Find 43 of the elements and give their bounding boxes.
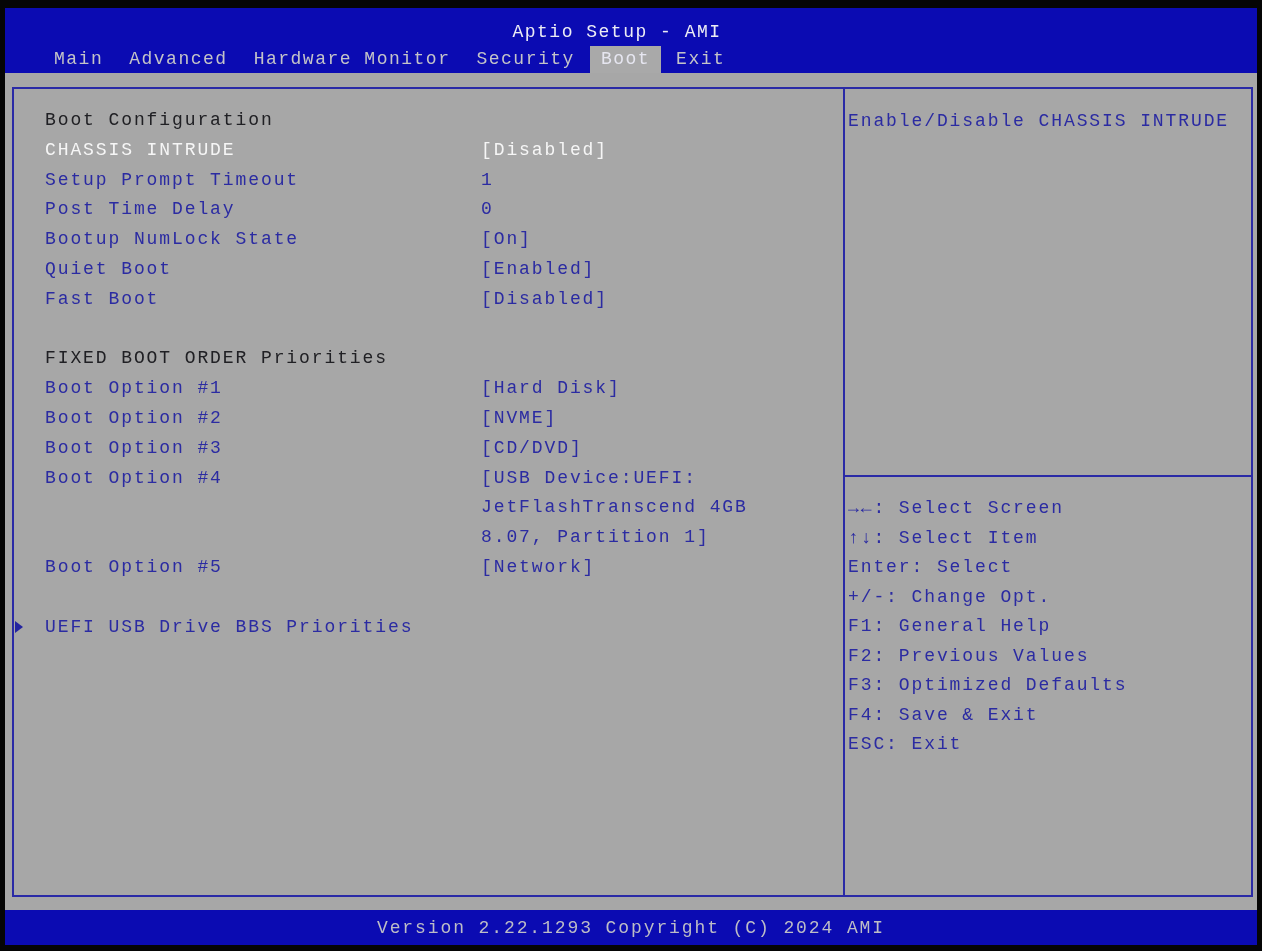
setting-label[interactable]: Boot Option #2: [14, 403, 481, 434]
setting-label[interactable]: Setup Prompt Timeout: [14, 165, 481, 196]
setting-value[interactable]: [CD/DVD]: [481, 433, 781, 464]
setting-label[interactable]: Boot Option #3: [14, 433, 481, 464]
triangle-icon: [15, 621, 23, 634]
setting-value[interactable]: [On]: [481, 225, 781, 255]
setting-value[interactable]: [Enabled]: [481, 255, 781, 285]
setting-value[interactable]: 0: [481, 195, 781, 226]
version-text: Version 2.22.1293 Copyright (C) 2024 AMI: [376, 916, 886, 940]
setting-label[interactable]: Quiet Boot: [14, 255, 481, 285]
key-hint: F1: General Help: [848, 615, 1053, 638]
setting-label[interactable]: Bootup NumLock State: [14, 225, 481, 255]
menu-tab[interactable]: Hardware Monitor: [242, 46, 462, 73]
setting-value[interactable]: 1: [481, 165, 781, 196]
setting-value[interactable]: [NVME]: [481, 403, 781, 434]
menu-tab[interactable]: Exit: [665, 46, 737, 73]
menu-tab[interactable]: Main: [43, 46, 115, 73]
setting-label[interactable]: Boot Option #1: [14, 374, 481, 404]
setting-label[interactable]: Boot Option #4: [14, 463, 481, 553]
key-hint: Enter: Select: [848, 556, 1015, 579]
key-hint: →←: Select Screen: [848, 497, 1065, 520]
section-heading: Boot Configuration: [44, 109, 275, 132]
setting-value[interactable]: [Disabled]: [481, 284, 781, 315]
menu-tab[interactable]: Security: [465, 46, 586, 73]
setting-value[interactable]: [USB Device:UEFI: JetFlashTranscend 4GB 8.07, Partition 1]: [481, 463, 781, 553]
setting-value[interactable]: [Disabled]: [481, 135, 781, 166]
key-hint: F3: Optimized Defaults: [848, 674, 1129, 697]
window-title: Aptio Setup - AMI: [512, 21, 722, 44]
setting-value[interactable]: [Hard Disk]: [481, 374, 781, 404]
setting-label[interactable]: CHASSIS INTRUDE: [14, 135, 481, 166]
key-hint: ESC: Exit: [848, 733, 964, 756]
section-heading: FIXED BOOT ORDER Priorities: [44, 347, 389, 371]
help-text: Enable/Disable CHASSIS INTRUDE: [848, 110, 1231, 133]
key-hint: +/-: Change Opt.: [848, 585, 1053, 609]
key-hint: ↑↓: Select Item: [848, 526, 1040, 550]
key-hint: F4: Save & Exit: [848, 703, 1040, 727]
menu-tab[interactable]: Advanced: [118, 46, 239, 73]
setting-value[interactable]: [Network]: [481, 552, 781, 583]
setting-label[interactable]: Post Time Delay: [14, 195, 481, 226]
submenu-item[interactable]: UEFI USB Drive BBS Priorities: [45, 612, 414, 643]
setting-label[interactable]: Boot Option #5: [14, 552, 481, 583]
key-hint: F2: Previous Values: [848, 644, 1091, 668]
setting-label[interactable]: Fast Boot: [14, 284, 481, 315]
